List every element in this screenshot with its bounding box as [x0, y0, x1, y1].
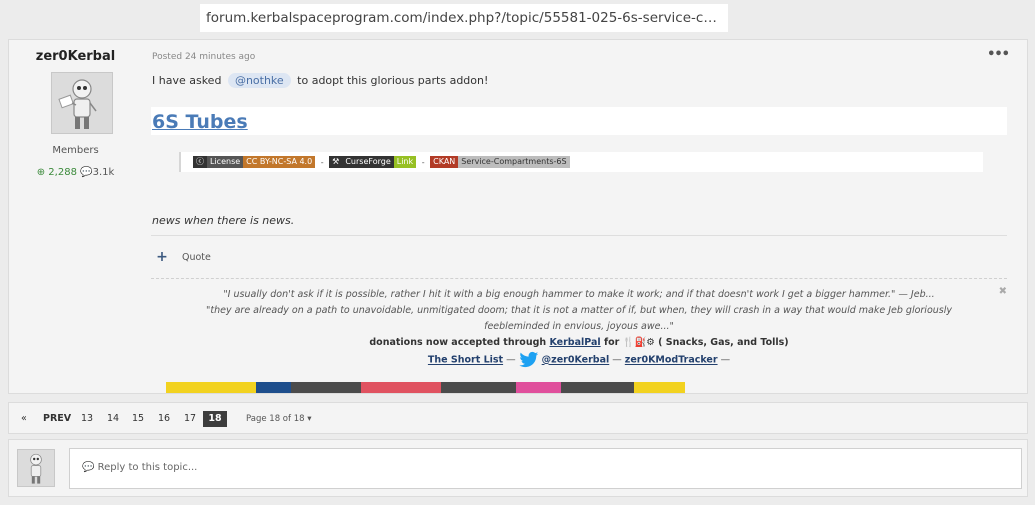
signature-badge[interactable] — [166, 382, 256, 393]
short-list-link[interactable]: The Short List — [428, 355, 503, 366]
signature-badges-row — [166, 382, 685, 393]
badge-row: ⓒ License CC BY-NC-SA 4.0 - ⚒ CurseForge Lin… — [193, 156, 570, 168]
signature-badge[interactable] — [361, 382, 441, 393]
pagination: « PREV 13 14 15 16 17 18 Page 18 of 18 ▾ — [8, 402, 1028, 434]
ckan-value: Service-Compartments-6S — [458, 156, 570, 168]
signature-quote-2a: "they are already on a path to unavoidab… — [205, 305, 952, 316]
post-timestamp[interactable]: Posted 24 minutes ago — [152, 52, 255, 62]
donations-text: donations now accepted through — [369, 337, 547, 348]
multiquote-plus-icon[interactable]: + — [153, 248, 171, 266]
license-badge[interactable]: ⓒ License CC BY-NC-SA 4.0 — [193, 156, 316, 168]
page-link[interactable]: 15 — [132, 411, 144, 427]
user-mention[interactable]: @nothke — [227, 73, 291, 88]
signature: "I usually don't ask if it is possible, … — [151, 287, 1007, 369]
page-link[interactable]: 14 — [107, 411, 119, 427]
address-bar[interactable]: forum.kerbalspaceprogram.com/index.php?/… — [200, 4, 728, 32]
post-count: 3.1k — [92, 167, 115, 178]
kerbalpal-link[interactable]: KerbalPal — [549, 337, 600, 348]
signature-badge[interactable] — [291, 382, 361, 393]
twitter-icon[interactable] — [519, 351, 539, 369]
post-first-line: I have asked @nothke to adopt this glori… — [152, 73, 489, 88]
signature-donations: donations now accepted through KerbalPal… — [151, 335, 1007, 351]
snack-icons: 🍴⛽⚙ — [622, 337, 655, 348]
first-page-icon[interactable]: « — [21, 411, 27, 427]
badge-separator: - — [421, 157, 425, 167]
more-dots-icon[interactable]: ••• — [987, 47, 1010, 62]
signature-badge[interactable] — [561, 382, 634, 393]
page-info: Page 18 of 18 — [246, 414, 305, 424]
reply-area: 💬 Reply to this topic... — [8, 439, 1028, 497]
page-link[interactable]: 17 — [184, 411, 196, 427]
prev-page-button[interactable]: PREV — [43, 411, 71, 427]
news-text: news when there is news. — [152, 214, 295, 227]
mod-title-link[interactable]: 6S Tubes — [152, 111, 248, 133]
license-label: License — [207, 156, 244, 168]
curseforge-label: CurseForge — [342, 156, 394, 168]
chevron-down-icon: ▾ — [307, 414, 312, 424]
signature-badge[interactable] — [256, 382, 291, 393]
post-text-pre: I have asked — [152, 74, 222, 87]
title-box: 6S Tubes — [151, 107, 1007, 135]
ckan-label: CKAN — [430, 156, 459, 168]
reputation-icon: ⊕ — [36, 167, 46, 178]
current-user-avatar — [17, 449, 55, 487]
signature-links: The Short List — @zer0Kerbal — zer0KModT… — [151, 351, 1007, 369]
dash: — — [612, 354, 622, 366]
curseforge-icon: ⚒ — [329, 156, 343, 168]
comment-icon: 💬 — [80, 167, 93, 178]
dash: — — [506, 354, 516, 366]
current-page[interactable]: 18 — [203, 411, 227, 427]
reply-input[interactable]: 💬 Reply to this topic... — [69, 448, 1022, 489]
comment-icon: 💬 — [82, 462, 95, 473]
twitter-link[interactable]: @zer0Kerbal — [542, 355, 610, 366]
signature-badge[interactable] — [634, 382, 685, 393]
signature-quote-1: "I usually don't ask if it is possible, … — [223, 289, 935, 300]
author-name[interactable]: zer0Kerbal — [9, 49, 142, 64]
post-text-post: to adopt this glorious parts addon! — [297, 74, 489, 87]
signature-badge[interactable] — [441, 382, 516, 393]
reply-placeholder: Reply to this topic... — [97, 462, 198, 473]
forum-post: zer0Kerbal Members ⊕ 2,288 💬3.1k Posted … — [8, 39, 1028, 394]
ckan-badge[interactable]: CKAN Service-Compartments-6S — [430, 156, 570, 168]
page-link[interactable]: 13 — [81, 411, 93, 427]
signature-divider — [151, 278, 1007, 279]
curseforge-badge[interactable]: ⚒ CurseForge Link — [329, 156, 417, 168]
dash: — — [720, 354, 731, 366]
divider — [151, 235, 1007, 236]
robot-avatar-icon — [52, 73, 112, 133]
quote-button[interactable]: Quote — [182, 252, 211, 263]
author-group: Members — [52, 145, 99, 156]
curseforge-value: Link — [393, 156, 417, 168]
reputation-count: 2,288 — [48, 167, 77, 178]
page-jump-dropdown[interactable]: Page 18 of 18 ▾ — [246, 411, 312, 427]
badge-separator: - — [320, 157, 324, 167]
modtracker-link[interactable]: zer0KModTracker — [625, 355, 718, 366]
cc-icon: ⓒ — [193, 156, 207, 168]
signature-badge[interactable] — [516, 382, 561, 393]
robot-avatar-icon — [18, 450, 54, 486]
author-avatar[interactable] — [51, 72, 113, 134]
badge-box: ⓒ License CC BY-NC-SA 4.0 - ⚒ CurseForge Lin… — [179, 152, 983, 172]
author-panel: zer0Kerbal Members ⊕ 2,288 💬3.1k — [9, 40, 142, 393]
post-content: Posted 24 minutes ago ••• I have asked @… — [151, 40, 1010, 393]
donations-post: ( Snacks, Gas, and Tolls) — [658, 337, 789, 348]
page-link[interactable]: 16 — [158, 411, 170, 427]
license-value: CC BY-NC-SA 4.0 — [243, 156, 316, 168]
donations-for: for — [603, 337, 620, 348]
author-stats: ⊕ 2,288 💬3.1k — [9, 167, 142, 178]
signature-quote-2b: feebleminded in envious, joyous awe..." — [484, 321, 674, 332]
